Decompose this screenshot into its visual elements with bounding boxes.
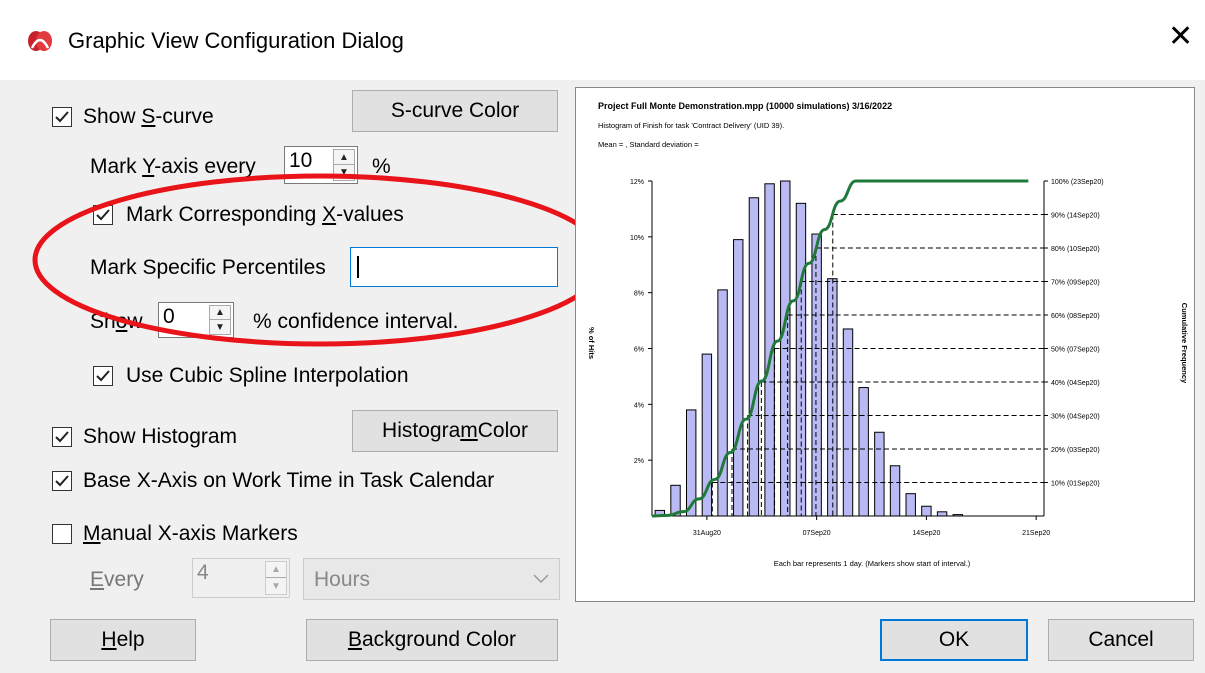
percentile-label: 80% (10Sep20) (1051, 246, 1100, 253)
histogram-bar (921, 505, 932, 517)
histogram-bar (936, 511, 948, 517)
up-arrow-icon[interactable]: ▲ (334, 150, 354, 165)
base-x-axis-checkbox[interactable] (52, 471, 72, 491)
x-tick-label: 31Aug20 (693, 530, 721, 537)
y-tick-label: 10% (630, 235, 644, 242)
window-title: Graphic View Configuration Dialog (68, 28, 404, 53)
histogram-color-button[interactable]: Histogra m Color (352, 410, 558, 452)
cancel-button[interactable]: Cancel (1048, 619, 1194, 661)
scurve-color-button[interactable]: S-curve Color (352, 90, 558, 132)
x-axis-label: Each bar represents 1 day. (Markers show… (774, 559, 971, 568)
histogram-bar (842, 328, 854, 517)
y-tick-label: 6% (634, 347, 644, 354)
x-tick-label: 14Sep20 (912, 530, 940, 537)
chart-title: Project Full Monte Demonstration.mpp (10… (598, 101, 892, 111)
chart-stats: Mean = , Standard deviation = (598, 140, 699, 149)
base-x-axis-label: Base X-Axis on Work Time in Task Calenda… (83, 469, 495, 492)
chart-subtitle: Histogram of Finish for task 'Contract D… (598, 121, 784, 130)
y-tick-label: 12% (630, 179, 644, 186)
chevron-down-icon (533, 574, 549, 584)
histogram-bar (858, 387, 869, 517)
percentile-label: 70% (09Sep20) (1051, 280, 1100, 287)
cubic-spline-checkbox[interactable] (93, 366, 113, 386)
percentile-label: 10% (01Sep20) (1051, 481, 1100, 488)
manual-x-markers-label: Manual X-axis Markers (83, 522, 298, 545)
help-button[interactable]: Help (50, 619, 196, 661)
title-bar: Graphic View Configuration Dialog ✕ (0, 0, 1205, 80)
percentile-label: 90% (14Sep20) (1051, 213, 1100, 220)
percentile-label: 60% (08Sep20) (1051, 313, 1100, 320)
cubic-spline-label: Use Cubic Spline Interpolation (126, 364, 409, 387)
y-axis-label: % of Hits (587, 327, 596, 359)
every-label: Every (90, 568, 144, 591)
percentile-label: 100% (23Sep20) (1051, 179, 1104, 186)
show-histogram-checkbox[interactable] (52, 427, 72, 447)
stepper-arrows[interactable]: ▲ ▼ (265, 561, 287, 595)
check-icon (55, 475, 69, 487)
check-icon (55, 431, 69, 443)
background-color-button[interactable]: Background Color (306, 619, 558, 661)
app-logo-icon (28, 31, 52, 51)
histogram-bar (811, 233, 822, 517)
every-unit-select[interactable]: Hours (303, 558, 560, 600)
up-arrow-icon[interactable]: ▲ (266, 562, 286, 578)
every-value: 4 (197, 561, 209, 584)
check-icon (96, 370, 110, 382)
y2-axis-label: Cumulative Frequency (1180, 303, 1189, 384)
check-icon (55, 111, 69, 123)
y-tick-label: 8% (634, 291, 644, 298)
y-tick-label: 4% (634, 402, 644, 409)
show-scurve-checkbox[interactable] (52, 107, 72, 127)
ok-button[interactable]: OK (880, 619, 1028, 661)
highlight-ellipse (32, 173, 608, 347)
x-tick-label: 21Sep20 (1022, 530, 1050, 537)
histogram-bar (748, 197, 760, 517)
percentile-label: 30% (04Sep20) (1051, 414, 1100, 421)
histogram-chart: Project Full Monte Demonstration.mpp (10… (587, 101, 1189, 568)
percentile-label: 20% (03Sep20) (1051, 447, 1100, 454)
histogram-bar (874, 431, 885, 517)
percentile-label: 40% (04Sep20) (1051, 380, 1100, 387)
every-unit-value: Hours (314, 568, 371, 591)
percentile-label: 50% (07Sep20) (1051, 347, 1100, 354)
show-scurve-label: Show S-curve (83, 105, 214, 128)
close-icon[interactable]: ✕ (1168, 22, 1193, 52)
show-histogram-label: Show Histogram (83, 425, 238, 448)
histogram-bar (733, 239, 744, 517)
histogram-bar (889, 465, 901, 517)
manual-x-markers-checkbox[interactable] (52, 524, 72, 544)
chart-preview: Project Full Monte Demonstration.mpp (10… (575, 87, 1195, 602)
down-arrow-icon[interactable]: ▼ (266, 578, 286, 594)
x-tick-label: 07Sep20 (803, 530, 831, 537)
every-stepper[interactable]: 4 ▲ ▼ (192, 558, 290, 598)
y-tick-label: 2% (634, 458, 644, 465)
histogram-bar (905, 493, 916, 517)
